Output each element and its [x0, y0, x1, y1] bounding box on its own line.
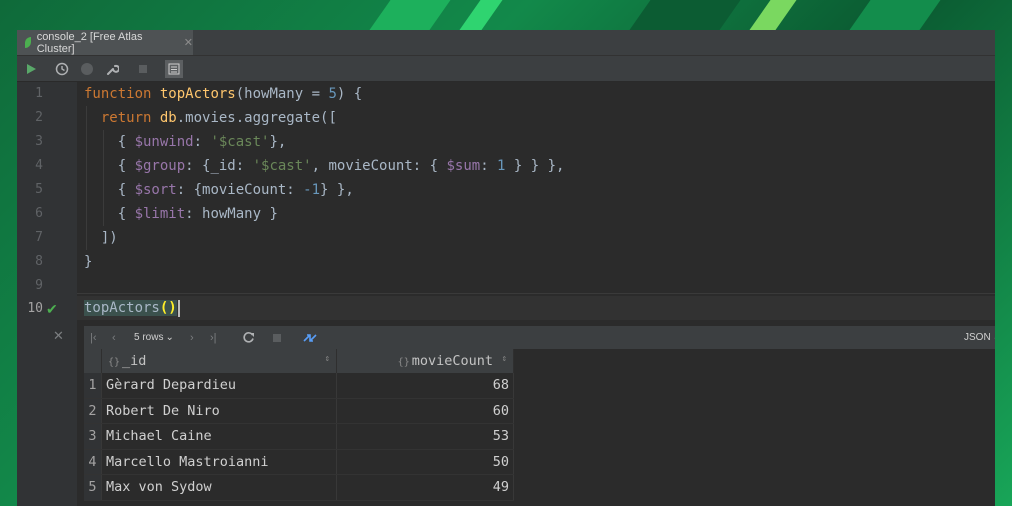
table-row[interactable]: 2 Robert De Niro 60	[84, 398, 514, 424]
cell-id[interactable]: Max von Sydow	[101, 474, 337, 501]
line-number-gutter: 1 2 3 4 5 6 7 8 9 10 ✔	[17, 82, 77, 506]
line-number: 7	[35, 230, 43, 245]
refresh-icon[interactable]	[242, 330, 255, 345]
code-line-1: function topActors(howMany = 5) {	[84, 86, 363, 102]
cell-moviecount[interactable]: 68	[336, 373, 514, 399]
tab-console-2[interactable]: console_2 [Free Atlas Cluster] ✕	[17, 30, 193, 55]
rows-count-dropdown[interactable]: 5 rows ⌄	[134, 330, 174, 345]
format-json-dropdown[interactable]: JSON ⌄	[964, 330, 995, 345]
sort-icon[interactable]: ⇕	[502, 354, 507, 364]
line-number: 9	[35, 278, 43, 293]
run-icon[interactable]	[23, 61, 39, 77]
line-number: 8	[35, 254, 43, 269]
line-number: 4	[35, 158, 43, 173]
code-line-10[interactable]: topActors()	[84, 296, 180, 320]
code-line-4: { $group: {_id: '$cast', movieCount: { $…	[117, 158, 565, 174]
line-number: 2	[35, 110, 43, 125]
row-number: 5	[84, 474, 102, 501]
table-header-row: {} _id ⇕ {} movieCount ⇕	[84, 349, 514, 373]
close-tab-icon[interactable]: ✕	[184, 36, 193, 49]
history-icon[interactable]	[54, 61, 70, 77]
rows-count-label: 5 rows	[134, 332, 164, 343]
row-number: 1	[84, 373, 102, 399]
stop-icon[interactable]	[272, 330, 282, 345]
background-stripe	[749, 0, 797, 30]
code-line-5: { $sort: {movieCount: -1} },	[117, 182, 354, 198]
stop-circle-icon[interactable]	[79, 61, 95, 77]
line-number: 1	[35, 86, 43, 101]
cell-id[interactable]: Robert De Niro	[101, 398, 337, 424]
row-number-header	[84, 349, 102, 373]
cell-id[interactable]: Michael Caine	[101, 423, 337, 450]
code-line-8: }	[84, 254, 93, 270]
first-page-icon[interactable]: |‹	[90, 330, 97, 345]
object-field-icon: {}	[108, 357, 121, 368]
text-caret	[177, 299, 180, 317]
row-number: 2	[84, 398, 102, 424]
line-number: 5	[35, 182, 43, 197]
last-page-icon[interactable]: ›|	[210, 330, 217, 345]
code-line-6: { $limit: howMany }	[117, 206, 278, 222]
line-number: 10	[27, 301, 43, 316]
close-results-icon[interactable]: ✕	[53, 328, 64, 344]
table-row[interactable]: 5 Max von Sydow 49	[84, 474, 514, 501]
mongodb-leaf-icon	[25, 37, 31, 48]
statement-separator	[77, 293, 995, 294]
background-stripe	[849, 0, 941, 30]
cell-moviecount[interactable]: 49	[336, 474, 514, 501]
current-line-highlight: topActors()	[77, 296, 995, 320]
next-page-icon[interactable]: ›	[190, 330, 194, 345]
results-panel: ✕ |‹ ‹ 5 rows ⌄ › ›| JSON ⌄	[53, 326, 995, 506]
cell-moviecount[interactable]: 50	[336, 449, 514, 475]
settings-wrench-icon[interactable]	[104, 61, 120, 77]
stop-icon[interactable]	[135, 61, 151, 77]
cell-moviecount[interactable]: 53	[336, 423, 514, 450]
results-table: {} _id ⇕ {} movieCount ⇕ 1 Gèrard Depardie…	[84, 349, 514, 501]
cell-id[interactable]: Gèrard Depardieu	[101, 373, 337, 399]
ide-window: console_2 [Free Atlas Cluster] ✕ 1 2 3 4…	[17, 30, 995, 506]
background-stripe	[629, 0, 741, 30]
line-number: 3	[35, 134, 43, 149]
cell-id[interactable]: Marcello Mastroianni	[101, 449, 337, 475]
column-header-moviecount[interactable]: {} movieCount ⇕	[336, 349, 514, 373]
code-line-2: return db.movies.aggregate([	[100, 110, 337, 126]
row-number: 3	[84, 423, 102, 450]
output-panel-icon[interactable]	[165, 60, 183, 78]
code-line-3: { $unwind: '$cast'},	[117, 134, 287, 150]
row-number: 4	[84, 449, 102, 475]
results-toolbar: ✕ |‹ ‹ 5 rows ⌄ › ›| JSON ⌄	[53, 326, 995, 349]
table-row[interactable]: 4 Marcello Mastroianni 50	[84, 449, 514, 475]
console-toolbar	[17, 56, 995, 82]
format-label: JSON	[964, 332, 991, 343]
column-header-id[interactable]: {} _id ⇕	[101, 349, 337, 373]
previous-page-icon[interactable]: ‹	[112, 330, 116, 345]
line-number: 6	[35, 206, 43, 221]
tab-title: console_2 [Free Atlas Cluster]	[36, 30, 143, 55]
editor-tab-bar: console_2 [Free Atlas Cluster] ✕	[17, 30, 995, 56]
chevron-down-icon: ⌄	[165, 332, 174, 343]
sort-icon[interactable]: ⇕	[325, 354, 330, 364]
table-row[interactable]: 3 Michael Caine 53	[84, 423, 514, 450]
code-line-7: ])	[100, 230, 118, 246]
chevron-down-icon: ⌄	[993, 332, 995, 343]
cell-moviecount[interactable]: 60	[336, 398, 514, 424]
table-row[interactable]: 1 Gèrard Depardieu 68	[84, 373, 514, 399]
background-stripe	[459, 0, 503, 30]
code-editor[interactable]: function topActors(howMany = 5) { return…	[77, 82, 995, 326]
object-field-icon: {}	[397, 357, 410, 368]
execution-success-check-icon: ✔	[46, 301, 58, 317]
compare-data-icon[interactable]	[302, 330, 318, 345]
background-stripe	[369, 0, 451, 30]
